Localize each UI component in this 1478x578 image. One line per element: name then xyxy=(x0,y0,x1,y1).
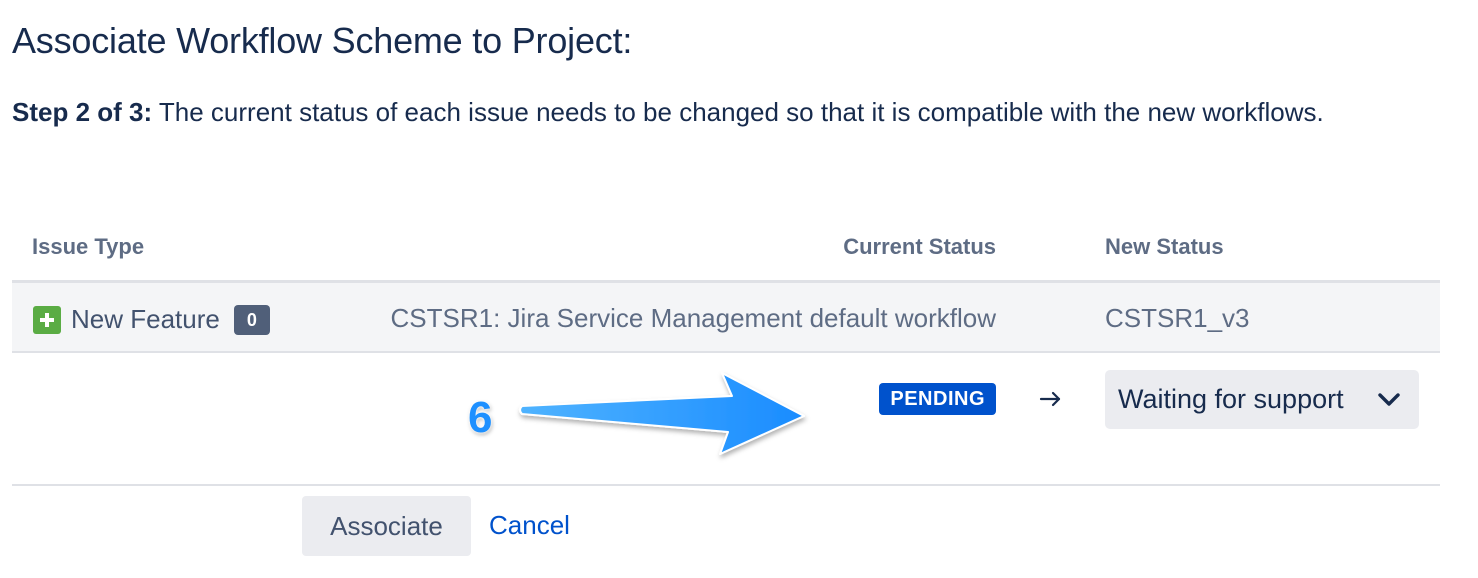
new-feature-plus-icon xyxy=(33,305,61,334)
associate-button[interactable]: Associate xyxy=(302,496,471,556)
footer-divider xyxy=(12,484,1440,486)
issue-type-name: New Feature xyxy=(71,304,220,334)
issue-count-badge: 0 xyxy=(233,304,270,335)
table-row-divider xyxy=(12,351,1440,353)
new-workflow-name: CSTSR1_v3 xyxy=(1105,303,1250,333)
right-arrow-icon xyxy=(1039,391,1061,407)
issue-type-cell: New Feature 0 xyxy=(33,304,270,335)
current-status-lozenge: PENDING xyxy=(879,383,996,415)
new-status-selected-value: Waiting for support xyxy=(1118,384,1344,414)
column-header-current-status: Current Status xyxy=(843,234,996,259)
current-workflow-name: CSTSR1: Jira Service Management default … xyxy=(390,303,996,333)
step-description: Step 2 of 3: The current status of each … xyxy=(12,92,1392,133)
column-header-issue-type: Issue Type xyxy=(32,234,145,259)
step-text: The current status of each issue needs t… xyxy=(152,97,1324,127)
step-label: Step 2 of 3: xyxy=(12,97,153,127)
column-header-new-status: New Status xyxy=(1105,234,1224,259)
cancel-link[interactable]: Cancel xyxy=(489,510,570,541)
new-status-select[interactable]: Waiting for support xyxy=(1105,370,1419,429)
page-title: Associate Workflow Scheme to Project: xyxy=(12,20,633,61)
annotation-step-number: 6 xyxy=(468,393,493,442)
annotation-arrow-icon xyxy=(519,372,805,455)
chevron-down-icon xyxy=(1378,392,1400,406)
